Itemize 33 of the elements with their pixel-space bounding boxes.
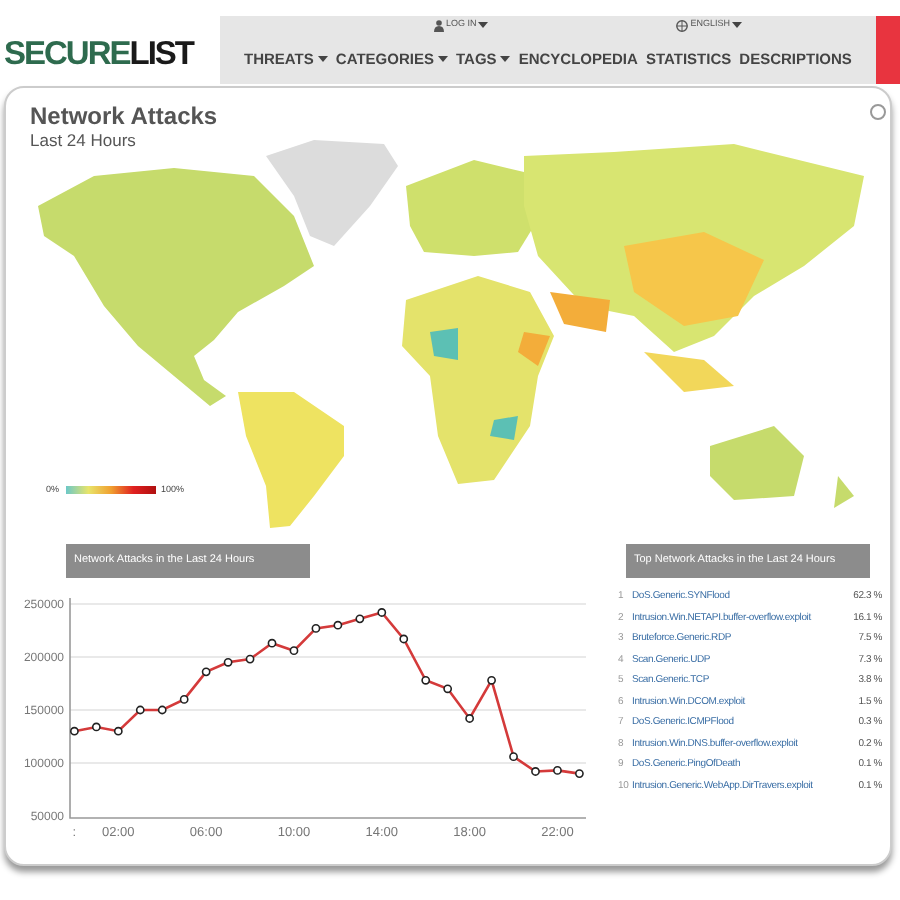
legend-gradient [65,486,156,495]
globe-icon [676,19,689,31]
data-point [531,767,540,776]
data-point [333,620,343,630]
logo[interactable]: SECURELIST [0,37,220,84]
data-point [377,608,387,617]
data-point [465,714,475,723]
data-point [179,695,189,704]
data-point [245,654,255,664]
caret-icon [732,22,742,28]
data-point [355,614,365,624]
data-point [157,705,167,715]
data-point [311,624,321,633]
data-point [267,638,277,648]
data-point [487,675,496,685]
data-point [443,684,453,694]
data-point [113,726,123,736]
data-point [223,657,233,667]
data-point [91,722,101,732]
data-point [553,766,562,775]
data-point [509,752,518,762]
data-point [70,726,79,736]
help-icon[interactable] [870,104,886,120]
data-point [135,705,145,715]
data-point [421,675,431,685]
data-point [289,646,299,656]
data-point [201,667,211,677]
user-icon [433,19,444,31]
data-point [575,769,584,778]
caret-icon [478,22,489,28]
map-title: Network Attacks [30,104,218,128]
map-subtitle: Last 24 Hours [30,132,136,149]
data-point [399,634,409,644]
